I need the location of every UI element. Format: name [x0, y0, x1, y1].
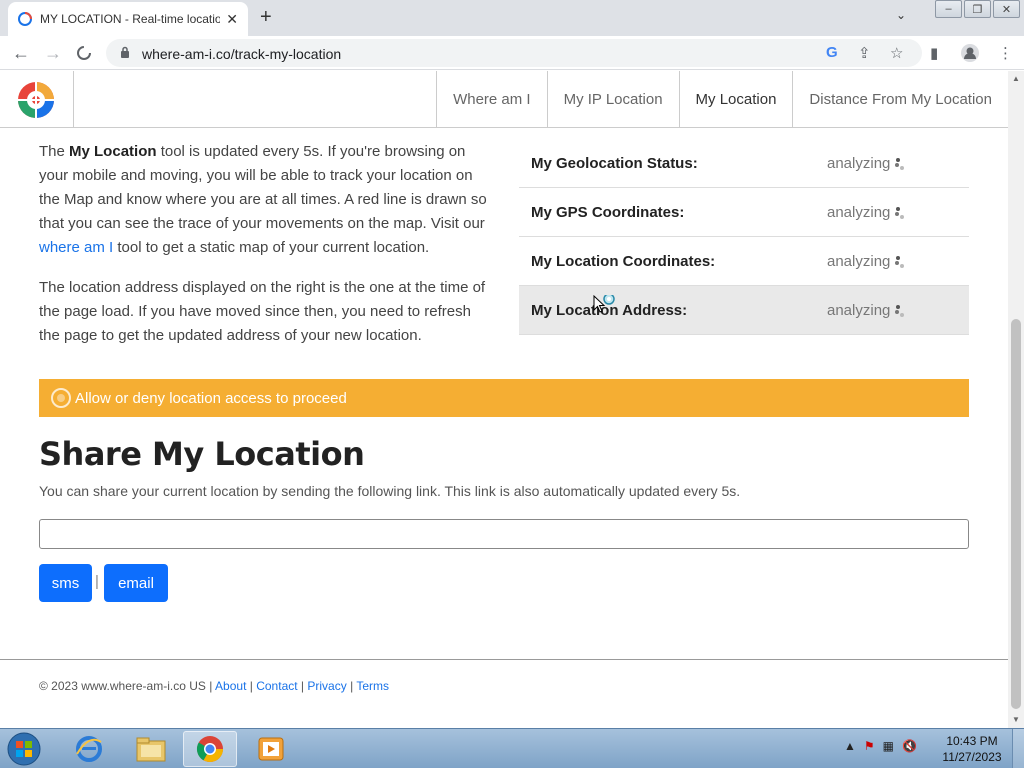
loading-spinner-icon — [895, 207, 904, 219]
taskbar-file-explorer-icon[interactable] — [124, 731, 178, 767]
nav-where-am-i[interactable]: Where am I — [436, 71, 547, 127]
sms-button[interactable]: sms — [39, 564, 92, 602]
close-window-icon[interactable]: ✕ — [993, 0, 1020, 18]
status-value: analyzing — [827, 155, 891, 172]
status-value: analyzing — [827, 204, 891, 221]
side-panel-icon[interactable]: ▮ — [930, 44, 938, 62]
status-row-geolocation: My Geolocation Status: analyzing — [519, 139, 969, 188]
footer-sep: | — [350, 679, 354, 693]
tab-title: MY LOCATION - Real-time locatio — [40, 12, 220, 26]
intro-text-a: The — [39, 143, 70, 160]
logo-container[interactable] — [0, 71, 74, 127]
tab-close-icon[interactable]: ✕ — [226, 11, 238, 27]
lock-icon[interactable] — [120, 46, 130, 58]
tab-search-chevron-icon[interactable]: ⌄ — [896, 8, 906, 22]
status-value: analyzing — [827, 302, 891, 319]
intro-text-c: tool to get a static map of your current… — [113, 239, 430, 256]
loading-spinner-icon — [895, 256, 904, 268]
footer-sep: | — [209, 679, 213, 693]
footer-sep: | — [249, 679, 253, 693]
intro-bold-tool-name: My Location — [69, 143, 157, 160]
footer-link-terms[interactable]: Terms — [356, 679, 389, 693]
intro-text: The My Location tool is updated every 5s… — [39, 140, 494, 364]
taskbar-chrome-icon[interactable] — [183, 731, 237, 767]
nav-my-ip-location[interactable]: My IP Location — [546, 71, 679, 127]
status-label: My GPS Coordinates: — [531, 204, 685, 221]
loading-spinner-icon — [895, 158, 904, 170]
site-logo-icon[interactable] — [16, 80, 56, 120]
page-scrollbar[interactable]: ▲ ▼ — [1008, 71, 1024, 728]
system-tray: ▲ ⚑ ▦ 🔇 — [844, 739, 917, 753]
loading-spinner-icon — [895, 305, 904, 317]
browser-tab[interactable]: MY LOCATION - Real-time locatio ✕ — [8, 2, 248, 36]
page-viewport: Where am I My IP Location My Location Di… — [0, 71, 1008, 728]
status-row-location-coordinates: My Location Coordinates: analyzing — [519, 237, 969, 286]
show-desktop-button[interactable] — [1012, 729, 1024, 768]
restore-icon[interactable]: ❐ — [964, 0, 991, 18]
loading-stop-icon[interactable] — [76, 45, 92, 61]
location-permission-alert: Allow or deny location access to proceed — [39, 379, 969, 417]
status-row-address: My Location Address: analyzing — [519, 286, 969, 335]
footer-divider — [0, 659, 1008, 660]
scroll-down-icon[interactable]: ▼ — [1012, 715, 1020, 724]
nav-distance-from-my-location[interactable]: Distance From My Location — [792, 71, 1008, 127]
google-translate-icon[interactable]: G — [826, 44, 838, 61]
share-link-input[interactable] — [39, 519, 969, 549]
window-controls: – ❐ ✕ — [933, 0, 1020, 18]
taskbar-media-player-icon[interactable] — [244, 731, 298, 767]
status-label: My Geolocation Status: — [531, 155, 698, 172]
clock-time: 10:43 PM — [946, 734, 998, 748]
address-bar[interactable]: where-am-i.co/track-my-location G ⇪ ☆ — [106, 39, 922, 67]
status-row-gps: My GPS Coordinates: analyzing — [519, 188, 969, 237]
scrollbar-thumb[interactable] — [1011, 319, 1021, 709]
status-label: My Location Coordinates: — [531, 253, 716, 270]
share-section-title: Share My Location — [39, 435, 365, 473]
windows-start-icon[interactable] — [4, 731, 44, 767]
mouse-cursor-busy-icon — [593, 295, 615, 313]
site-header: Where am I My IP Location My Location Di… — [0, 71, 1008, 128]
tray-network-icon[interactable]: ▦ — [883, 739, 894, 753]
minimize-icon[interactable]: – — [935, 0, 962, 18]
location-status-table: My Geolocation Status: analyzing My GPS … — [519, 139, 969, 335]
clock-date: 11/27/2023 — [942, 750, 1002, 764]
where-am-i-link[interactable]: where am I — [39, 239, 113, 256]
loading-circle-icon — [51, 388, 71, 408]
main-nav: Where am I My IP Location My Location Di… — [436, 71, 1008, 127]
tray-show-hidden-icon[interactable]: ▲ — [844, 739, 856, 753]
windows-taskbar: ▲ ⚑ ▦ 🔇 10:43 PM 11/27/2023 — [0, 728, 1024, 768]
footer-sep: | — [300, 679, 305, 693]
url-text: where-am-i.co/track-my-location — [142, 46, 342, 62]
status-value: analyzing — [827, 253, 891, 270]
email-button[interactable]: email — [104, 564, 168, 602]
nav-my-location[interactable]: My Location — [678, 71, 793, 127]
intro-paragraph-1: The My Location tool is updated every 5s… — [39, 140, 494, 260]
tray-volume-muted-icon[interactable]: 🔇 — [902, 739, 917, 753]
site-favicon-icon — [18, 12, 32, 26]
button-separator: | — [95, 573, 99, 590]
browser-menu-icon[interactable]: ⋮ — [998, 44, 1013, 62]
back-icon[interactable]: ← — [12, 43, 30, 63]
site-footer: © 2023 www.where-am-i.co US | About | Co… — [39, 679, 389, 693]
profile-avatar-icon[interactable] — [960, 43, 980, 63]
forward-icon[interactable]: → — [44, 43, 62, 63]
footer-link-about[interactable]: About — [215, 679, 246, 693]
taskbar-clock[interactable]: 10:43 PM 11/27/2023 — [940, 733, 1004, 765]
browser-tab-bar: MY LOCATION - Real-time locatio ✕ + ⌄ – … — [0, 0, 1024, 36]
taskbar-internet-explorer-icon[interactable] — [62, 731, 116, 767]
share-icon[interactable]: ⇪ — [858, 44, 871, 62]
alert-text: Allow or deny location access to proceed — [75, 389, 347, 407]
copyright-text: © 2023 www.where-am-i.co US — [39, 679, 206, 693]
tray-action-center-icon[interactable]: ⚑ — [864, 739, 875, 753]
scroll-up-icon[interactable]: ▲ — [1012, 74, 1020, 83]
new-tab-icon[interactable]: + — [260, 6, 272, 28]
bookmark-star-icon[interactable]: ☆ — [890, 44, 903, 62]
browser-toolbar: ← → where-am-i.co/track-my-location G ⇪ … — [0, 36, 1024, 70]
intro-paragraph-2: The location address displayed on the ri… — [39, 279, 486, 344]
share-description: You can share your current location by s… — [39, 483, 741, 499]
footer-link-contact[interactable]: Contact — [256, 679, 297, 693]
footer-link-privacy[interactable]: Privacy — [307, 679, 346, 693]
